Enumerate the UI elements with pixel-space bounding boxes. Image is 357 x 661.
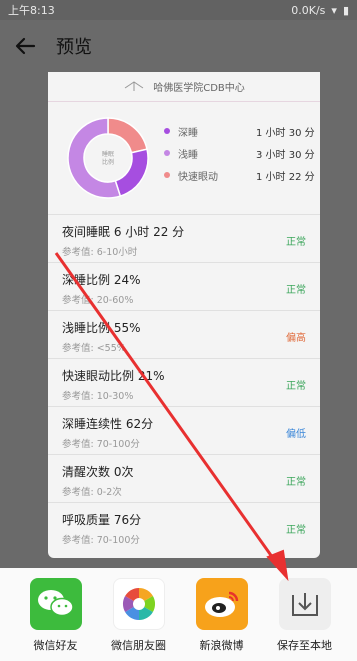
- network-speed: 0.0K/s: [291, 3, 326, 17]
- sleep-summary: 睡眠比例 深睡 1 小时 30 分浅睡 3 小时 30 分快速眼动 1 小时 22 分: [48, 102, 320, 214]
- share-label: 新浪微博: [199, 639, 244, 652]
- metric-reference: 参考值: 70-100分: [62, 439, 140, 450]
- metric-status-badge: 正常: [286, 477, 306, 488]
- metric-row: 浅睡比例 55% 参考值: <55% 偏高: [48, 310, 320, 358]
- back-arrow-icon[interactable]: [14, 35, 36, 57]
- sleep-legend: 深睡 1 小时 30 分浅睡 3 小时 30 分快速眼动 1 小时 22 分: [164, 120, 320, 214]
- legend-value: 1 小时 22 分: [256, 171, 315, 183]
- page-title: 预览: [56, 37, 92, 58]
- sleep-report-card: 哈佛医学院CDB中心 睡眠比例 深睡 1 小时 30 分浅睡 3 小时 30 分快速…: [48, 72, 320, 558]
- metric-reference: 参考值: 10-30%: [62, 391, 134, 402]
- metric-row: 清醒次数 0次 参考值: 0-2次 正常: [48, 454, 320, 502]
- metric-name: 浅睡比例 55%: [62, 321, 141, 335]
- legend-value: 3 小时 30 分: [256, 149, 315, 161]
- legend-row: 浅睡 3 小时 30 分: [164, 142, 320, 164]
- metric-row: 夜间睡眠 6 小时 22 分参考值: 6-10小时 正常: [48, 214, 320, 262]
- metric-reference: 参考值: 70-100分: [62, 535, 140, 546]
- donut-slice: [114, 148, 149, 198]
- metric-name: 快速眼动比例 21%: [62, 369, 165, 383]
- status-bar: 上午8:13 0.0K/s ▾ ▮: [0, 0, 357, 20]
- app-header: 预览: [0, 20, 357, 72]
- brand-name: 哈佛医学院CDB中心: [153, 83, 245, 94]
- share-label: 微信朋友圈: [111, 639, 166, 652]
- metric-row: 呼吸质量 76分 参考值: 70-100分 正常: [48, 502, 320, 550]
- metric-status-badge: 偏高: [286, 333, 306, 344]
- wechat-icon: [29, 578, 82, 630]
- preview-area[interactable]: 哈佛医学院CDB中心 睡眠比例 深睡 1 小时 30 分浅睡 3 小时 30 分快速…: [0, 72, 357, 568]
- share-save-local[interactable]: 保存至本地: [263, 578, 346, 661]
- metric-row: 快速眼动比例 21% 参考值: 10-30% 正常: [48, 358, 320, 406]
- brand-logo-icon: [123, 78, 145, 95]
- share-label: 微信好友: [33, 639, 78, 652]
- legend-label: 深睡: [178, 127, 198, 139]
- status-time: 上午8:13: [8, 4, 55, 17]
- share-moments[interactable]: 微信朋友圈: [97, 578, 180, 661]
- share-wechat[interactable]: 微信好友: [14, 578, 97, 661]
- metric-status-badge: 偏低: [286, 429, 306, 440]
- legend-label: 浅睡: [178, 149, 198, 161]
- legend-label: 快速眼动: [178, 171, 218, 183]
- metric-reference: 参考值: 6-10小时: [62, 247, 138, 258]
- legend-dot-icon: [164, 172, 170, 178]
- donut-center-label: 睡眠比例: [102, 150, 114, 166]
- metric-name: 呼吸质量 76分: [62, 513, 142, 527]
- share-label: 保存至本地: [277, 639, 332, 652]
- metric-status-badge: 正常: [286, 525, 306, 536]
- metric-name: 清醒次数 0次: [62, 465, 134, 479]
- metric-row: 深睡连续性 62分 参考值: 70-100分 偏低: [48, 406, 320, 454]
- legend-row: 快速眼动 1 小时 22 分: [164, 164, 320, 186]
- card-brand: 哈佛医学院CDB中心: [48, 72, 320, 102]
- metric-row: 深睡比例 24% 参考值: 20-60% 正常: [48, 262, 320, 310]
- metric-reference: 参考值: 20-60%: [62, 295, 134, 306]
- sleep-ratio-donut: 睡眠比例: [66, 116, 150, 200]
- donut-slice: [107, 117, 148, 154]
- status-icons: 0.0K/s ▾ ▮: [291, 4, 349, 17]
- battery-icon: ▮: [342, 3, 349, 17]
- metric-name: 夜间睡眠 6 小时 22 分: [62, 225, 185, 239]
- metric-status-badge: 正常: [286, 285, 306, 296]
- legend-dot-icon: [164, 150, 170, 156]
- metric-reference: 参考值: 0-2次: [62, 487, 122, 498]
- metric-status-badge: 正常: [286, 237, 306, 248]
- share-sheet: 微信好友 微信朋友圈 新浪微博 保存至本地: [0, 568, 357, 661]
- metric-status-badge: 正常: [286, 381, 306, 392]
- metric-list: 夜间睡眠 6 小时 22 分参考值: 6-10小时 正常 深睡比例 24% 参考值: …: [48, 214, 320, 550]
- download-icon: [278, 578, 331, 630]
- metric-name: 深睡连续性 62分: [62, 417, 154, 431]
- moments-icon: [112, 578, 165, 630]
- legend-row: 深睡 1 小时 30 分: [164, 120, 320, 142]
- metric-name: 深睡比例 24%: [62, 273, 141, 287]
- metric-reference: 参考值: <55%: [62, 343, 126, 354]
- share-weibo[interactable]: 新浪微博: [180, 578, 263, 661]
- legend-dot-icon: [164, 128, 170, 134]
- legend-value: 1 小时 30 分: [256, 127, 315, 139]
- wifi-icon: ▾: [331, 3, 337, 17]
- weibo-icon: [195, 578, 248, 630]
